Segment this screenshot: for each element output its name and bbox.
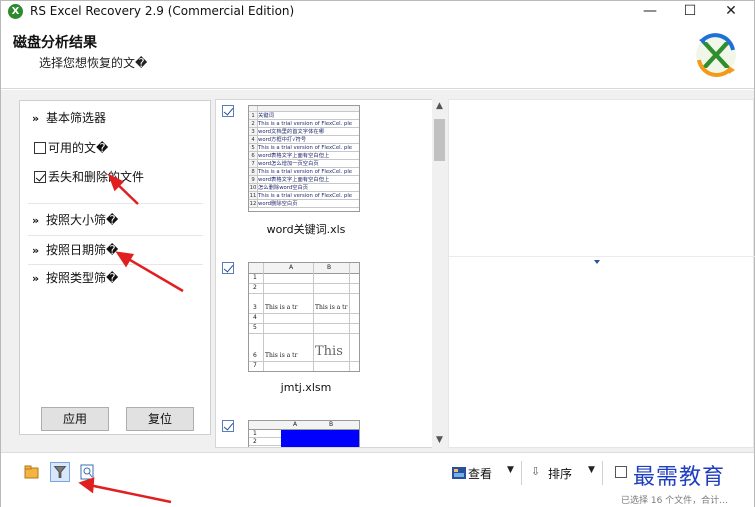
sort-dropdown-icon[interactable]: ▼	[588, 465, 595, 475]
thumbnail-scrollbar[interactable]: ▲ ▼	[432, 99, 447, 448]
available-files-checkbox[interactable]: 可用的文�	[34, 139, 108, 156]
filter-icon[interactable]	[50, 462, 70, 482]
marker-icon	[594, 260, 600, 264]
select-all-checkbox[interactable]	[615, 466, 627, 478]
list-item: 11 This is a trial version of FlexCel. pl…	[249, 192, 359, 200]
chevron-right-icon: »	[32, 272, 40, 285]
selection-status: 已选择 16 个文件，合计…	[621, 496, 729, 506]
spreadsheet-thumbnail[interactable]: A B 1 2	[248, 420, 360, 447]
thumbnail-filename: jmtj.xlsm	[280, 381, 332, 394]
list-item: 12 word删除空白页	[249, 200, 359, 208]
list-item: 6 word表格文字上面有空白但上	[249, 152, 359, 160]
page-title: 磁盘分析结果	[13, 35, 97, 51]
page-subtitle: 选择您想恢复的文�	[39, 56, 148, 70]
view-dropdown-icon[interactable]: ▼	[507, 465, 514, 475]
file-thumbnail-list[interactable]: 1 关键词 2 This is a trial version of FlexCel…	[215, 99, 447, 448]
recovery-logo-icon	[696, 33, 736, 77]
window-title: RS Excel Recovery 2.9 (Commercial Editio…	[30, 4, 295, 18]
minimize-button[interactable]: —	[632, 1, 668, 23]
close-button[interactable]: ✕	[713, 1, 749, 23]
thumbnail-filename: word关键词.xls	[266, 223, 346, 236]
sort-icon: ⇩	[531, 465, 541, 478]
list-item: 2 This is a trial version of FlexCel. ple	[249, 120, 359, 128]
basic-filter-header[interactable]: » 基本筛选器	[32, 109, 106, 126]
list-item: 9 word表格文字上面有空白但上	[249, 176, 359, 184]
list-item: 4 word方框中打√符号	[249, 136, 359, 144]
scroll-up-icon[interactable]: ▲	[432, 99, 447, 114]
watermark-text: 最需教育	[633, 465, 726, 490]
chevron-down-icon: »	[32, 112, 40, 125]
thumbnail-checkbox[interactable]	[222, 262, 234, 274]
thumbnail-checkbox[interactable]	[222, 105, 234, 117]
view-button[interactable]: 查看	[468, 465, 492, 482]
preview-icon[interactable]	[77, 462, 97, 482]
list-item: 1 关键词	[249, 112, 359, 120]
list-item: 7 word怎么增加一页空白页	[249, 160, 359, 168]
view-icon	[452, 467, 466, 479]
checkbox-icon	[34, 142, 46, 154]
deleted-files-checkbox[interactable]: 丢失和删除的文件	[34, 168, 144, 185]
divider	[28, 235, 203, 236]
date-filter-header[interactable]: » 按照日期筛�	[32, 241, 118, 258]
size-filter-header[interactable]: » 按照大小筛�	[32, 211, 118, 228]
app-logo-icon: X	[8, 4, 23, 19]
app-window: X RS Excel Recovery 2.9 (Commercial Edit…	[0, 0, 755, 507]
basic-filter-label: 基本筛选器	[46, 111, 107, 125]
apply-button[interactable]: 应用	[41, 407, 109, 431]
divider	[602, 461, 603, 485]
list-item: 3 word文档里的首文字体在哪	[249, 128, 359, 136]
divider	[28, 203, 203, 204]
size-filter-label: 按照大小筛�	[46, 213, 119, 227]
title-bar: X RS Excel Recovery 2.9 (Commercial Edit…	[1, 1, 754, 23]
page-header: 磁盘分析结果 选择您想恢复的文�	[1, 23, 754, 89]
folder-icon[interactable]	[22, 462, 42, 482]
deleted-files-label: 丢失和删除的文件	[48, 170, 145, 184]
list-item: 8 This is a trial version of FlexCel. ple	[249, 168, 359, 176]
maximize-button[interactable]: ☐	[672, 1, 708, 23]
filter-panel: » 基本筛选器 可用的文� 丢失和删除的文件 » 按照大小筛� » 按照日期筛� » 按…	[19, 100, 211, 435]
highlighted-cells	[281, 430, 359, 447]
available-files-label: 可用的文�	[48, 141, 109, 155]
checkbox-checked-icon	[34, 171, 46, 183]
scroll-thumb[interactable]	[434, 119, 445, 161]
chevron-right-icon: »	[32, 214, 40, 227]
preview-pane	[448, 99, 755, 448]
scroll-down-icon[interactable]: ▼	[432, 433, 447, 448]
divider	[449, 256, 755, 257]
thumbnail-checkbox[interactable]	[222, 420, 234, 432]
spreadsheet-thumbnail[interactable]: 1 关键词 2 This is a trial version of FlexCel…	[248, 105, 360, 212]
date-filter-label: 按照日期筛�	[46, 243, 119, 257]
sort-button[interactable]: 排序	[548, 465, 572, 482]
spreadsheet-thumbnail[interactable]: A B 1 2 3 This is a tr This is a tr 4 5 6T…	[248, 262, 360, 372]
chevron-right-icon: »	[32, 244, 40, 257]
type-filter-label: 按照类型筛�	[46, 271, 119, 285]
list-item: 5 This is a trial version of FlexCel. ple	[249, 144, 359, 152]
divider	[521, 461, 522, 485]
content-area: » 基本筛选器 可用的文� 丢失和删除的文件 » 按照大小筛� » 按照日期筛� » 按…	[1, 90, 755, 452]
divider	[28, 264, 203, 265]
type-filter-header[interactable]: » 按照类型筛�	[32, 269, 118, 286]
list-item: 10 怎么删除word空白页	[249, 184, 359, 192]
status-bar: 已选择 16 个文件，合计…	[1, 492, 754, 507]
reset-button[interactable]: 复位	[126, 407, 194, 431]
